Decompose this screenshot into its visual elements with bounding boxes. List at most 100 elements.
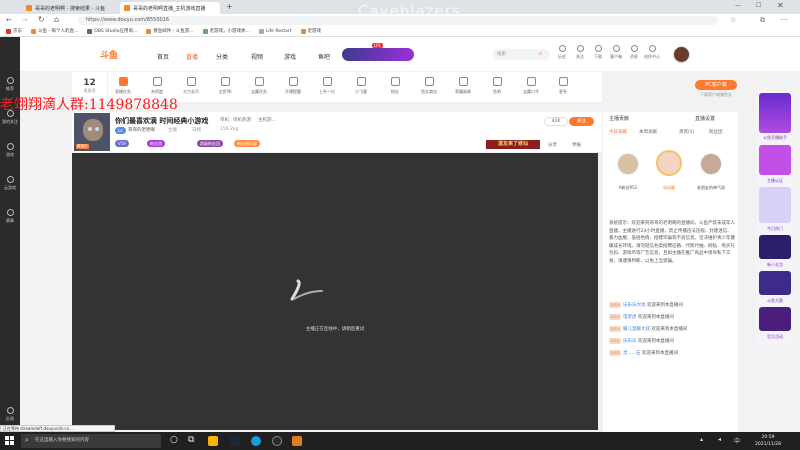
bookmark-item[interactable]: OBS Studio应用商... <box>87 28 137 34</box>
browser-tab-active[interactable]: 哥哥的老明啊直播_主机游戏直播 <box>120 2 220 14</box>
sidebar-item-esports[interactable]: 赛事 <box>0 209 20 224</box>
home-icon[interactable]: ⌂ <box>54 15 59 24</box>
toolbar-item[interactable]: 更多 <box>550 77 576 95</box>
nav-game[interactable]: 游戏 <box>284 52 296 61</box>
nav-live[interactable]: 直播 <box>186 52 198 61</box>
collections-icon[interactable]: ⧉ <box>760 16 765 25</box>
super-fan-badge[interactable]: 超级粉丝团 <box>197 140 223 147</box>
video-player[interactable]: 主播正在连线中，请稍后重试 <box>72 153 598 430</box>
promo-card[interactable] <box>759 271 791 295</box>
nav-category[interactable]: 分类 <box>216 52 228 61</box>
follow-button[interactable]: 关注 <box>569 117 594 126</box>
toolbar-item[interactable]: 荣耀勋章 <box>450 77 476 95</box>
nav-video[interactable]: 视频 <box>251 52 263 61</box>
fans-icon <box>458 77 468 86</box>
message-button[interactable]: 消息 <box>626 45 642 60</box>
network-icon[interactable]: ▴ <box>700 436 703 443</box>
taskbar-clock[interactable]: 20:59 2021/11/28 <box>748 434 788 448</box>
room-tag[interactable]: 主机游... <box>258 117 276 123</box>
top-user-avatar[interactable] <box>617 153 639 175</box>
download-button[interactable]: 下载 <box>590 45 606 60</box>
reload-icon[interactable]: ↻ <box>38 15 45 24</box>
toolbar-item[interactable]: 鱼丸商店 <box>416 77 442 95</box>
promo-card[interactable] <box>759 235 791 259</box>
steam-icon[interactable] <box>230 436 240 446</box>
back-icon[interactable]: ← <box>6 16 12 24</box>
anchor-avatar[interactable]: 直播中 <box>74 113 110 151</box>
close-window-icon[interactable]: ✕ <box>777 1 784 10</box>
user-avatar[interactable] <box>673 46 690 63</box>
fan-badge[interactable]: 粉丝团 <box>147 140 165 147</box>
volume-icon[interactable]: ◂ <box>718 436 721 443</box>
tab-week[interactable]: 本周贡献 <box>639 129 657 135</box>
task-view-icon[interactable]: ⧉ <box>188 435 194 445</box>
toolbar-item[interactable]: 鱼吧 <box>484 77 510 95</box>
sidebar-item-cloud-games[interactable]: 云游戏 <box>0 176 20 191</box>
toolbar-item[interactable]: 亲密度 <box>144 77 170 95</box>
promo-card[interactable] <box>759 93 791 133</box>
game-ad-banner[interactable]: 道友来了修仙 <box>486 140 540 149</box>
room-info: 直播中 你们最喜欢滴 时间经典小游戏 单机 单机热游 主机游... Lv 哥哥的… <box>72 112 602 152</box>
tab-today[interactable]: 今日贡献 <box>609 129 627 135</box>
room-tag[interactable]: 单机热游 <box>233 117 251 123</box>
level-badge[interactable]: V19 <box>115 140 129 147</box>
minimize-icon[interactable]: — <box>735 2 741 9</box>
fan-club-badge[interactable]: 粉丝俱乐部 <box>234 140 260 147</box>
nav-fishbar[interactable]: 鱼吧 <box>318 52 330 61</box>
obs-icon[interactable] <box>272 436 282 446</box>
pc-client-button[interactable]: PC客户端 <box>695 80 737 90</box>
bookmark-item[interactable]: 摸鱼邮件 - 斗鱼游... <box>146 28 194 34</box>
live-settings-button[interactable]: 直播设置 <box>695 115 715 122</box>
menu-dots-icon[interactable]: ⋯ <box>780 15 788 24</box>
promo-card[interactable] <box>759 145 791 175</box>
anchor-name[interactable]: 哥哥的老明啊 <box>128 127 155 133</box>
bookmark-item[interactable]: 斗鱼 - 每个人的直... <box>31 28 78 34</box>
toolbar-item[interactable]: 小飞鹿 <box>348 77 374 95</box>
creator-center-button[interactable]: 创作中心 <box>644 45 660 60</box>
client-button[interactable]: 客户端 <box>608 45 624 60</box>
tab-vip[interactable]: 贵宾(5) <box>679 129 694 135</box>
favorite-star-icon[interactable]: ☆ <box>730 16 736 24</box>
tab-fans[interactable]: 粉丝团 <box>709 129 723 135</box>
toolbar-item[interactable]: 直播任务 <box>110 77 136 95</box>
promo-card[interactable] <box>759 307 791 331</box>
top-user-avatar[interactable] <box>656 150 682 176</box>
top-user-avatar[interactable] <box>700 153 722 175</box>
toolbar-item[interactable]: 开播提醒 <box>280 77 306 95</box>
follow-button[interactable]: 关注 <box>572 45 588 60</box>
browser-tab[interactable]: 哥哥的老明啊 - 搜索结果 - 斗鱼 <box>22 2 114 14</box>
new-tab-icon[interactable]: + <box>226 2 233 11</box>
nav-home[interactable]: 首页 <box>157 52 169 61</box>
loading-message: 主播正在连线中，请稍后重试 <box>305 327 365 332</box>
toolbar-item[interactable]: 宝藏任务 <box>246 77 272 95</box>
history-button[interactable]: 历史 <box>554 45 570 60</box>
cortana-icon[interactable]: ○ <box>170 435 178 445</box>
maximize-icon[interactable]: ☐ <box>756 2 761 9</box>
promo-card[interactable] <box>759 187 791 223</box>
toolbar-item[interactable]: 上升一位 <box>314 77 340 95</box>
game-app-icon[interactable] <box>292 436 302 446</box>
edge-icon[interactable] <box>251 436 261 446</box>
file-explorer-icon[interactable] <box>208 436 218 446</box>
taskbar-search-input[interactable]: 在这里输入你要搜索的内容 <box>21 434 161 448</box>
event-banner[interactable]: LPL <box>342 43 414 61</box>
toolbar-item[interactable]: 大力金币 <box>178 77 204 95</box>
sidebar-item-games[interactable]: 游戏 <box>0 143 20 158</box>
toolbar-item[interactable]: 全民PK <box>212 77 238 95</box>
sidebar-item-feedback[interactable]: 反馈 <box>0 407 20 422</box>
search-icon[interactable]: ⌕ <box>539 50 542 58</box>
share-button[interactable]: 分享 <box>548 142 557 148</box>
sidebar-item-recommend[interactable]: 推荐 <box>0 77 20 92</box>
bookmark-item[interactable]: 老游戏 <box>300 28 321 34</box>
forward-icon[interactable]: → <box>22 16 28 24</box>
bookmark-item[interactable]: 老游戏，小游戏休... <box>202 28 250 34</box>
bookmark-item[interactable]: 京东 <box>6 28 22 34</box>
room-category[interactable]: 单机 <box>220 117 229 123</box>
douyu-logo[interactable]: 斗鱼 <box>100 48 132 61</box>
report-button[interactable]: 举报 <box>572 142 581 148</box>
ime-icon[interactable]: 中 <box>734 436 740 445</box>
windows-start-icon[interactable] <box>5 436 15 446</box>
bookmark-item[interactable]: Life Restart <box>258 28 292 34</box>
toolbar-item[interactable]: 粉丝 <box>382 77 408 95</box>
toolbar-item[interactable]: 宝藏口令 <box>518 77 544 95</box>
